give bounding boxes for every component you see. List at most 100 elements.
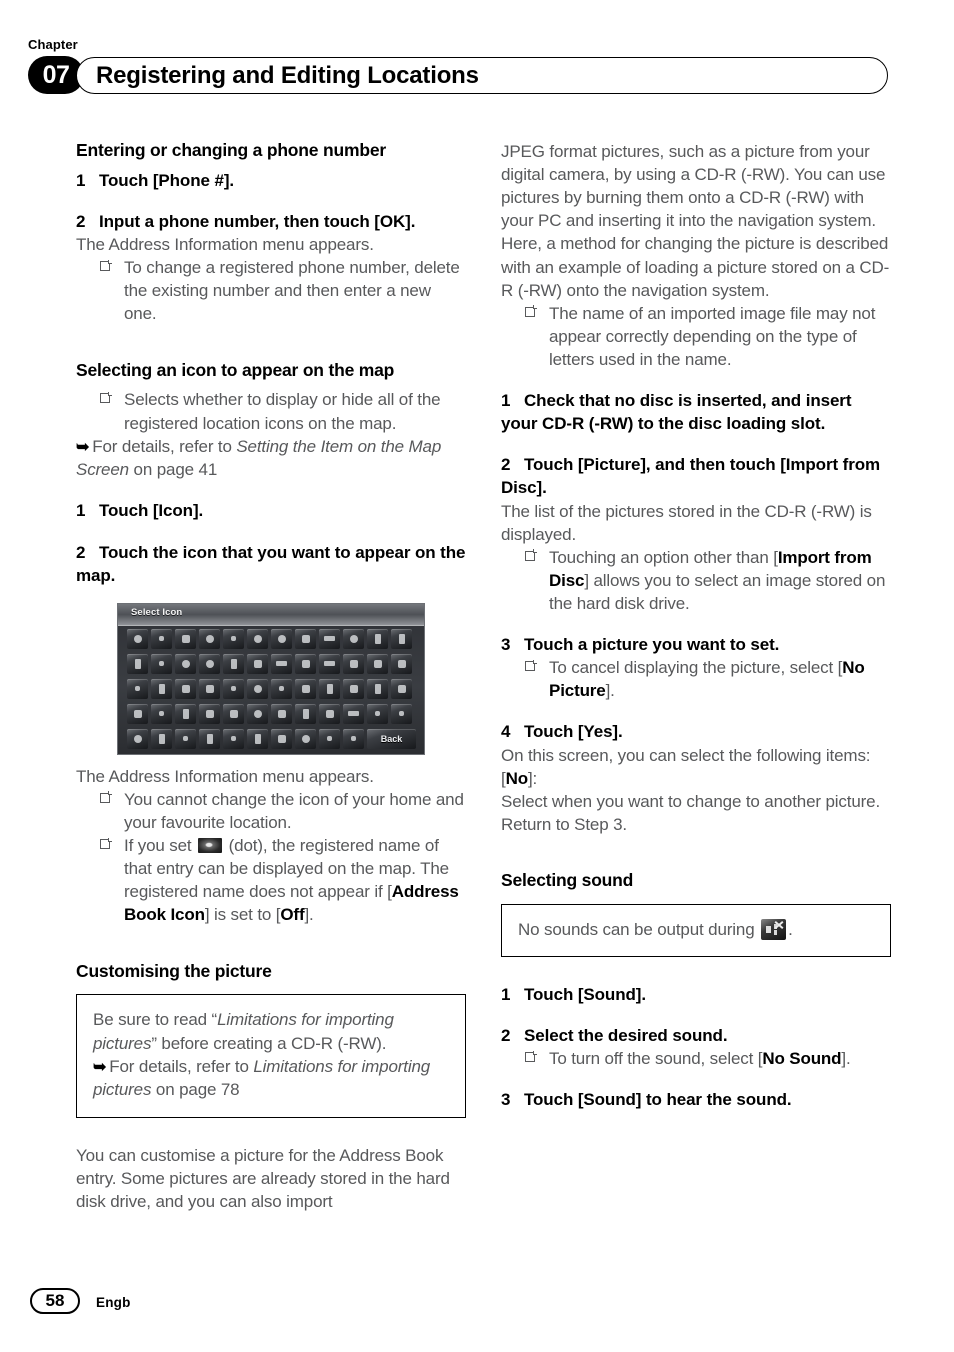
caution-text: Be sure to read “Limitations for importi… xyxy=(93,1008,449,1054)
step-text: Touch the icon that you want to appear o… xyxy=(76,542,466,585)
step-icon-2: 2 Touch the icon that you want to appear … xyxy=(76,541,466,587)
note-text-a: If you set xyxy=(124,836,197,856)
step-number: 1 xyxy=(76,501,86,521)
icon-tile[interactable] xyxy=(223,653,244,674)
icon-tile[interactable] xyxy=(343,703,364,724)
icon-tile[interactable] xyxy=(271,728,292,749)
icon-tile[interactable] xyxy=(319,628,340,649)
icon-tile[interactable] xyxy=(151,653,172,674)
icon-tile[interactable] xyxy=(295,703,316,724)
icon-tile[interactable] xyxy=(199,628,220,649)
step-sound-3: 3 Touch [Sound] to hear the sound. xyxy=(501,1088,891,1111)
icon-tile[interactable] xyxy=(295,628,316,649)
icon-tile[interactable] xyxy=(367,653,388,674)
step-number: 4 xyxy=(501,722,511,742)
back-button[interactable]: Back xyxy=(367,728,416,749)
icon-tile[interactable] xyxy=(127,703,148,724)
step-text: Touch [Sound] to hear the sound. xyxy=(524,1090,792,1110)
icon-tile[interactable] xyxy=(151,728,172,749)
no-option-label: [No]: xyxy=(501,767,891,790)
icon-tile[interactable] xyxy=(391,703,412,724)
icon-tile[interactable] xyxy=(223,728,244,749)
icon-tile[interactable] xyxy=(127,653,148,674)
icon-tile[interactable] xyxy=(175,678,196,699)
icon-tile[interactable] xyxy=(319,678,340,699)
icon-tile[interactable] xyxy=(295,653,316,674)
step-number: 3 xyxy=(501,635,511,655)
icon-tile[interactable] xyxy=(319,653,340,674)
icon-tile[interactable] xyxy=(295,678,316,699)
icon-tile[interactable] xyxy=(199,678,220,699)
icon-tile[interactable] xyxy=(175,728,196,749)
icon-tile[interactable] xyxy=(247,678,268,699)
step-text: Touch [Phone #]. xyxy=(99,170,235,190)
section-heading-picture: Customising the picture xyxy=(76,960,272,981)
reference-arrow-icon: ➥ xyxy=(93,1058,107,1076)
icon-tile[interactable] xyxy=(319,728,340,749)
icon-tile[interactable] xyxy=(343,628,364,649)
icon-tile[interactable] xyxy=(271,703,292,724)
icon-tile[interactable] xyxy=(367,703,388,724)
icon-tile[interactable] xyxy=(151,628,172,649)
step-number: 2 xyxy=(501,1026,511,1046)
step-number: 1 xyxy=(76,170,86,190)
bullet-square-icon xyxy=(100,837,112,850)
icon-tile[interactable] xyxy=(343,653,364,674)
note-import-option: Touching an option other than [Import fr… xyxy=(501,546,891,615)
icon-tile[interactable] xyxy=(367,678,388,699)
icon-tile[interactable] xyxy=(271,628,292,649)
icon-tile[interactable] xyxy=(247,728,268,749)
step-text: Check that no disc is inserted, and inse… xyxy=(501,391,852,434)
icon-tile[interactable] xyxy=(127,628,148,649)
icon-tile[interactable] xyxy=(391,628,412,649)
icon-tile[interactable] xyxy=(151,703,172,724)
icon-tile[interactable] xyxy=(247,703,268,724)
icon-tile[interactable] xyxy=(391,678,412,699)
icon-tile[interactable] xyxy=(223,678,244,699)
icon-tile[interactable] xyxy=(151,678,172,699)
icon-tile[interactable] xyxy=(295,728,316,749)
note-text: Selects whether to display or hide all o… xyxy=(124,390,441,433)
icon-tile[interactable] xyxy=(127,728,148,749)
step-text: Touch [Sound]. xyxy=(524,984,646,1004)
reference-suffix: on page 78 xyxy=(151,1080,240,1100)
note-text-a: To turn off the sound, select [ xyxy=(549,1049,763,1069)
no-sound-label: No Sound xyxy=(762,1049,842,1069)
icon-tile[interactable] xyxy=(199,728,220,749)
icon-tile[interactable] xyxy=(247,628,268,649)
step-sound-1: 1 Touch [Sound]. xyxy=(501,983,891,1006)
icon-tile[interactable] xyxy=(199,653,220,674)
bracket-close: ]: xyxy=(527,768,538,788)
icon-tile[interactable] xyxy=(247,653,268,674)
step-picture-4: 4 Touch [Yes]. xyxy=(501,720,891,743)
icon-tile[interactable] xyxy=(175,628,196,649)
icon-tile[interactable] xyxy=(223,703,244,724)
icon-tile[interactable] xyxy=(271,678,292,699)
page-title: Registering and Editing Locations xyxy=(96,62,479,89)
icon-tile[interactable] xyxy=(319,703,340,724)
note-text-b: ]. xyxy=(841,1049,851,1069)
icon-tile[interactable] xyxy=(223,628,244,649)
icon-tile[interactable] xyxy=(175,703,196,724)
icon-grid-row xyxy=(127,628,416,649)
note-no-picture: To cancel displaying the picture, select… xyxy=(501,656,891,702)
icon-tile[interactable] xyxy=(127,678,148,699)
step-number: 1 xyxy=(501,391,511,411)
icon-tile[interactable] xyxy=(175,653,196,674)
reference-prefix: For details, refer to xyxy=(109,1056,254,1076)
caution-text-sound: No sounds can be output during . xyxy=(518,918,874,941)
language-code: Engb xyxy=(96,1295,131,1310)
caution-box-limitations: Be sure to read “Limitations for importi… xyxy=(76,994,466,1118)
caution-suffix: . xyxy=(788,919,793,939)
intro-paragraph-2: Here, a method for changing the picture … xyxy=(501,234,890,300)
icon-tile[interactable] xyxy=(343,728,364,749)
icon-tile[interactable] xyxy=(199,703,220,724)
icon-tile[interactable] xyxy=(367,628,388,649)
reference-prefix: For details, refer to xyxy=(92,436,237,456)
step-text: Touch a picture you want to set. xyxy=(524,635,780,655)
icon-tile[interactable] xyxy=(271,653,292,674)
picture-body-text: You can customise a picture for the Addr… xyxy=(76,1145,450,1211)
icon-tile[interactable] xyxy=(391,653,412,674)
note-no-sound: To turn off the sound, select [No Sound]… xyxy=(501,1047,891,1070)
icon-tile[interactable] xyxy=(343,678,364,699)
